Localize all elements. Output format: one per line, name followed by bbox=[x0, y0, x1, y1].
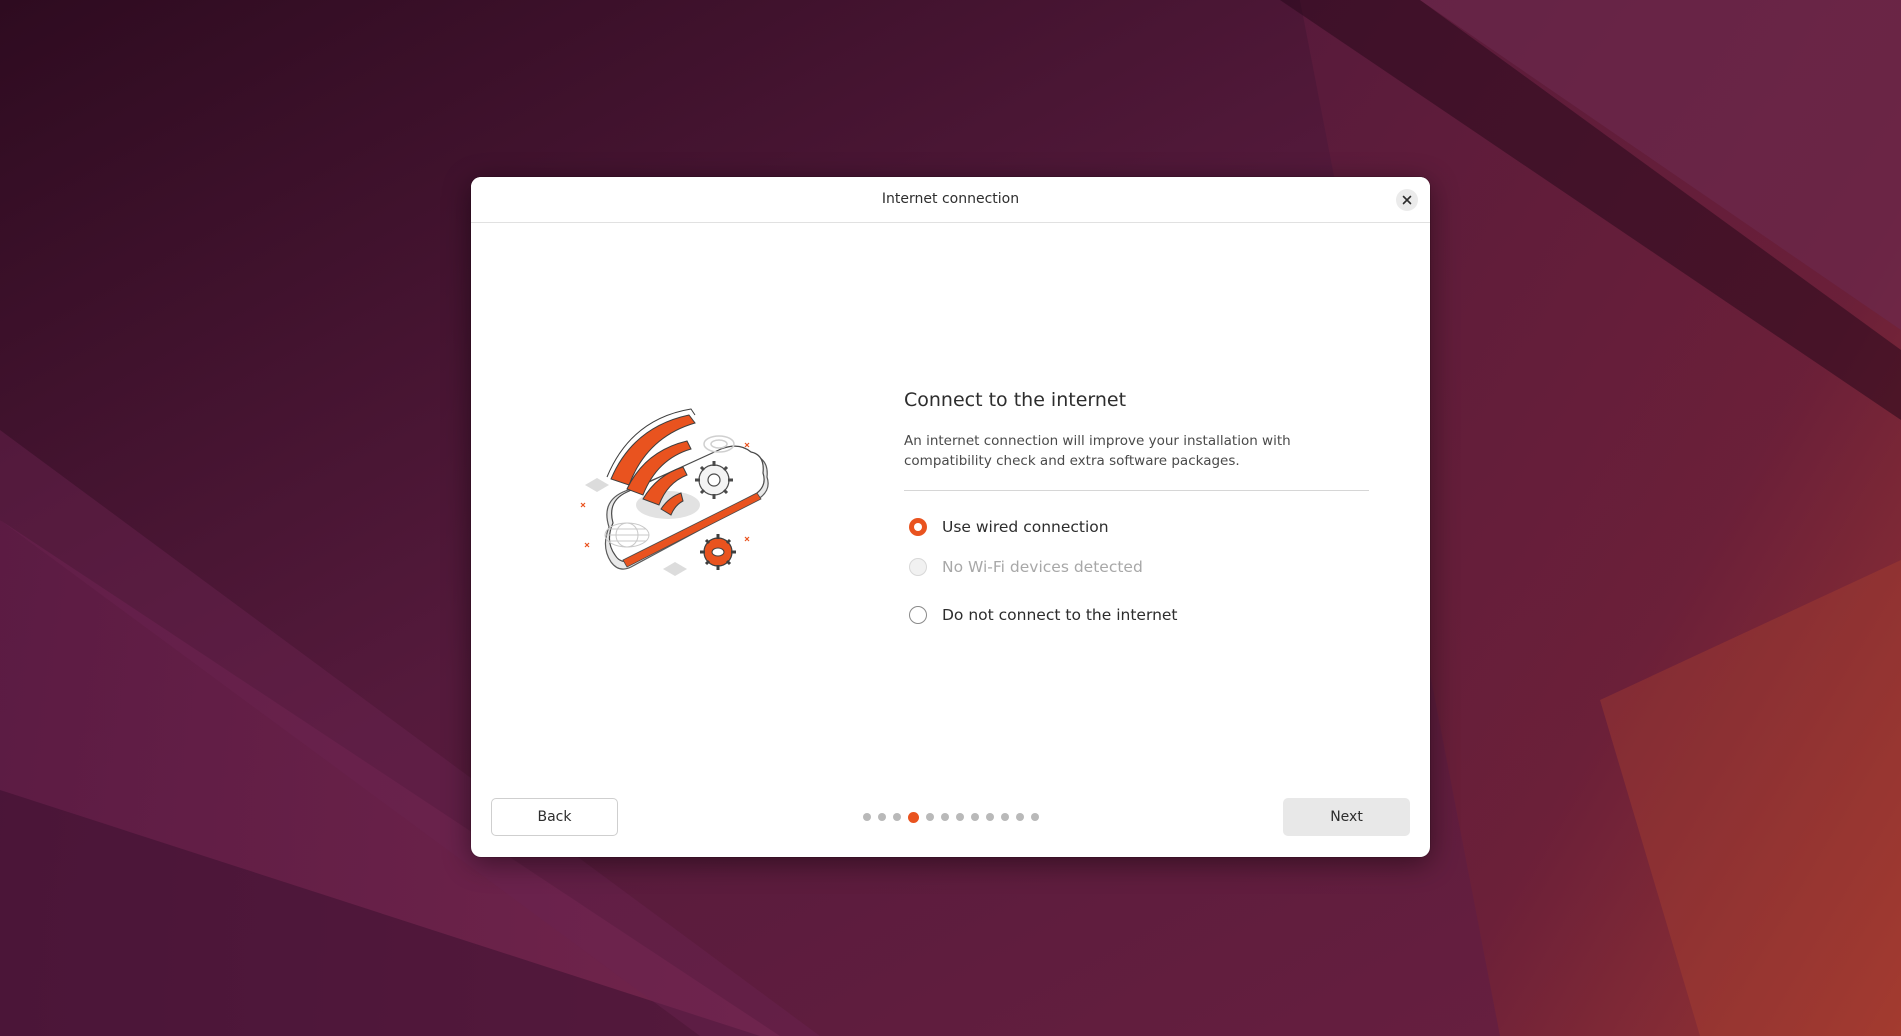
step-dot bbox=[1030, 813, 1039, 821]
close-icon bbox=[1402, 195, 1412, 205]
option-no-internet[interactable]: Do not connect to the internet bbox=[904, 595, 1369, 635]
radio-no-internet[interactable] bbox=[909, 606, 927, 624]
step-dot bbox=[940, 813, 949, 821]
option-label: Use wired connection bbox=[942, 518, 1109, 536]
close-button[interactable] bbox=[1396, 189, 1418, 211]
step-dot bbox=[877, 813, 886, 821]
radio-wired-connection[interactable] bbox=[909, 518, 927, 536]
step-dot bbox=[985, 813, 994, 821]
desktop-background: Internet connection Connect to the inter… bbox=[0, 0, 1901, 1036]
option-label: No Wi-Fi devices detected bbox=[942, 558, 1143, 576]
step-dot bbox=[1000, 813, 1009, 821]
option-wired-connection[interactable]: Use wired connection bbox=[904, 507, 1369, 547]
page-description: An internet connection will improve your… bbox=[904, 431, 1369, 491]
step-dot bbox=[970, 813, 979, 821]
wifi-cloud-illustration bbox=[580, 408, 769, 576]
connection-options: Use wired connection No Wi-Fi devices de… bbox=[904, 507, 1369, 635]
installer-dialog: Internet connection Connect to the inter… bbox=[471, 177, 1430, 857]
step-dot-current bbox=[907, 811, 919, 823]
option-label: Do not connect to the internet bbox=[942, 606, 1178, 624]
main-content: Connect to the internet An internet conn… bbox=[904, 387, 1369, 635]
radio-wifi bbox=[909, 558, 927, 576]
title-bar: Internet connection bbox=[471, 177, 1430, 223]
option-wifi: No Wi-Fi devices detected bbox=[904, 547, 1369, 587]
step-dot bbox=[1015, 813, 1024, 821]
page-heading: Connect to the internet bbox=[904, 389, 1127, 411]
step-dot bbox=[892, 813, 901, 821]
step-dot bbox=[955, 813, 964, 821]
step-dot bbox=[862, 813, 871, 821]
next-button[interactable]: Next bbox=[1283, 798, 1410, 836]
step-dot bbox=[925, 813, 934, 821]
window-title: Internet connection bbox=[881, 191, 1020, 207]
